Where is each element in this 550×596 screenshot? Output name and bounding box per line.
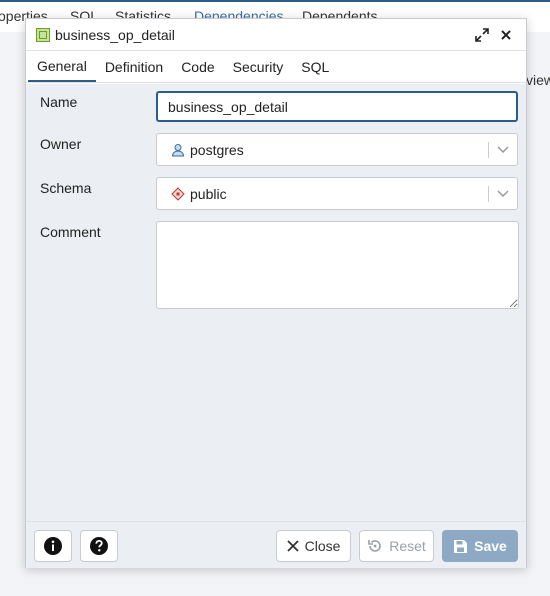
tab-security[interactable]: Security	[224, 51, 293, 82]
close-icon	[286, 540, 299, 552]
dialog-tabs: General Definition Code Security SQL	[26, 51, 526, 83]
save-icon	[453, 539, 468, 554]
help-icon	[89, 536, 109, 556]
close-button[interactable]: Close	[276, 530, 351, 562]
tab-code[interactable]: Code	[172, 51, 223, 82]
schema-label: Schema	[40, 180, 92, 196]
tab-definition[interactable]: Definition	[96, 51, 172, 82]
name-field[interactable]	[156, 91, 518, 122]
save-button-label: Save	[474, 538, 507, 554]
info-button[interactable]	[34, 530, 72, 562]
form-body: Name Owner postgres Schema	[26, 84, 526, 521]
info-icon	[43, 536, 63, 556]
name-label: Name	[40, 94, 78, 110]
view-icon	[36, 27, 50, 42]
properties-dialog: business_op_detail General Definition Co…	[25, 18, 527, 568]
schema-value: public	[190, 185, 227, 202]
owner-label: Owner	[40, 136, 82, 152]
reset-button-label: Reset	[389, 538, 426, 554]
comment-textarea[interactable]	[156, 221, 519, 309]
close-button-label: Close	[304, 538, 341, 554]
schema-icon	[171, 186, 185, 201]
reset-icon	[367, 538, 383, 554]
schema-select[interactable]: public	[156, 177, 518, 210]
dialog-title: business_op_detail	[55, 26, 175, 43]
help-button[interactable]	[80, 530, 118, 562]
save-button[interactable]: Save	[442, 530, 518, 562]
reset-button[interactable]: Reset	[359, 530, 434, 562]
owner-value: postgres	[190, 141, 244, 158]
name-input[interactable]	[158, 98, 516, 115]
chevron-down-icon[interactable]	[489, 145, 517, 154]
tab-general[interactable]: General	[28, 51, 96, 82]
maximize-icon[interactable]	[472, 25, 492, 45]
tab-sql[interactable]: SQL	[292, 51, 338, 82]
owner-select[interactable]: postgres	[156, 133, 518, 166]
close-icon[interactable]	[496, 25, 516, 45]
user-icon	[171, 143, 185, 157]
dialog-titlebar[interactable]: business_op_detail	[26, 19, 526, 51]
dialog-footer: Close Reset Save	[26, 521, 526, 568]
comment-label: Comment	[40, 224, 101, 240]
bg-side-text: view	[526, 72, 550, 88]
chevron-down-icon[interactable]	[489, 189, 517, 198]
